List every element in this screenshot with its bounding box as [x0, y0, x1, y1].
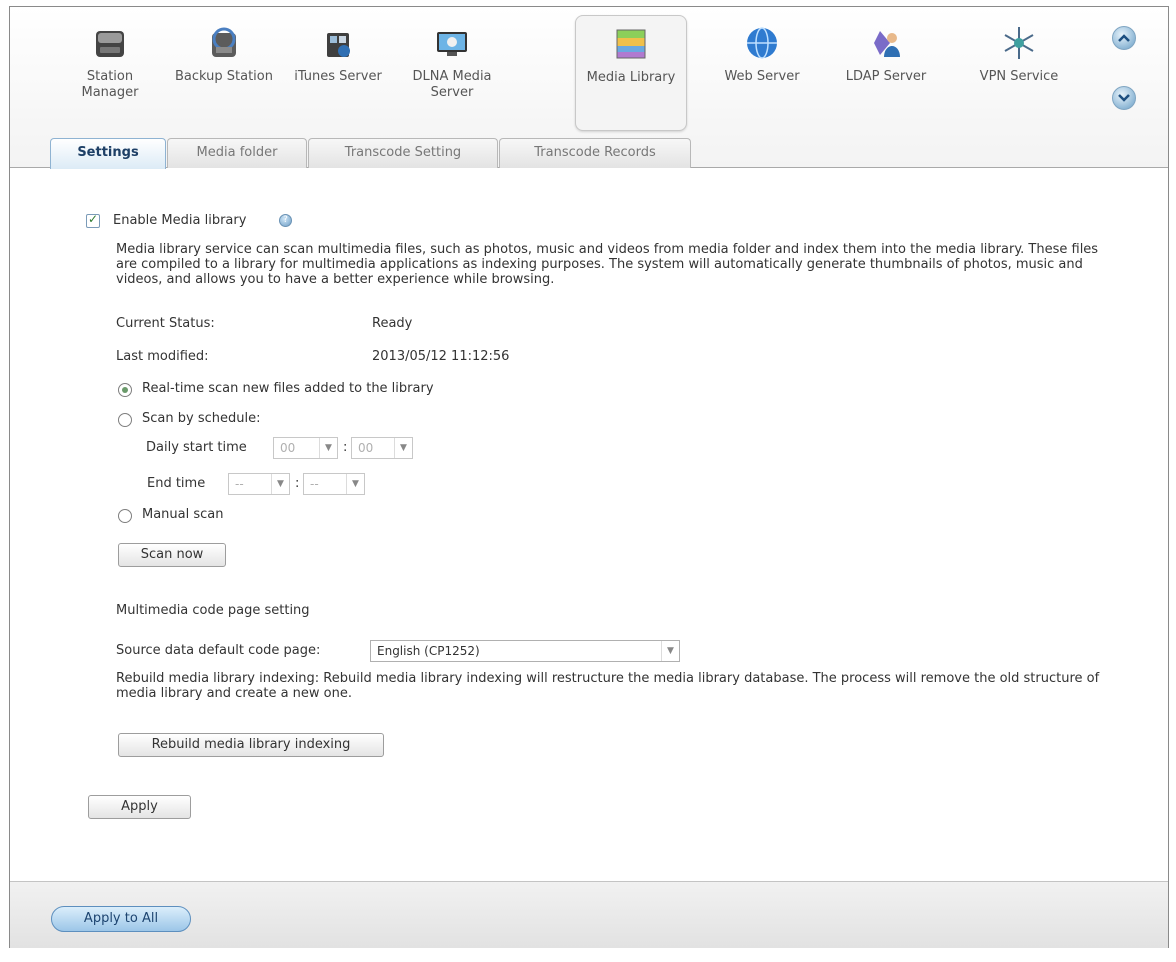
codepage-value: English (CP1252): [377, 644, 480, 658]
scroll-up-button[interactable]: [1112, 26, 1136, 50]
current-status-label: Current Status:: [116, 316, 215, 331]
web-server-icon: [742, 23, 782, 63]
end-hour-select[interactable]: -- ▼: [228, 473, 290, 495]
schedule-scan-radio[interactable]: [118, 413, 132, 427]
app-label: Web Server: [724, 69, 800, 84]
media-library-description: Media library service can scan multimedi…: [116, 242, 1099, 287]
ldap-server-icon: [866, 23, 906, 63]
end-time-label: End time: [147, 476, 206, 491]
apply-to-all-button[interactable]: Apply to All: [51, 906, 191, 932]
top-toolbar: Station Manager Backup Station iTunes Se…: [10, 7, 1168, 169]
station-manager-icon: [90, 23, 130, 63]
backup-station-icon: [204, 23, 244, 63]
app-label: LDAP Server: [845, 69, 927, 84]
enable-media-library-checkbox[interactable]: [86, 212, 100, 228]
tab-transcode-setting[interactable]: Transcode Setting: [308, 138, 498, 168]
end-hour-value: --: [235, 477, 244, 491]
app-media-library[interactable]: Media Library: [575, 15, 687, 131]
rebuild-indexing-button[interactable]: Rebuild media library indexing: [118, 733, 384, 757]
time-separator: :: [295, 476, 300, 491]
dropdown-arrow-icon: ▼: [661, 641, 679, 661]
app-vpn-service[interactable]: VPN Service: [963, 15, 1075, 131]
scan-now-button[interactable]: Scan now: [118, 543, 226, 567]
app-label: VPN Service: [979, 69, 1059, 84]
dropdown-arrow-icon: ▼: [271, 474, 289, 494]
scroll-down-button[interactable]: [1112, 86, 1136, 110]
tab-media-folder[interactable]: Media folder: [167, 138, 307, 168]
last-modified-value: 2013/05/12 11:12:56: [372, 349, 510, 364]
realtime-scan-radio[interactable]: [118, 383, 132, 397]
enable-media-library-label: Enable Media library: [113, 213, 247, 228]
dropdown-arrow-icon: ▼: [346, 474, 364, 494]
manual-scan-label: Manual scan: [142, 507, 224, 522]
tab-transcode-records[interactable]: Transcode Records: [499, 138, 691, 168]
app-label: iTunes Server: [294, 69, 382, 84]
codepage-select[interactable]: English (CP1252) ▼: [370, 640, 680, 662]
rebuild-description: Rebuild media library indexing: Rebuild …: [116, 671, 1100, 701]
end-minute-select[interactable]: -- ▼: [303, 473, 365, 495]
chevron-down-icon: [1118, 94, 1130, 102]
codepage-label: Source data default code page:: [116, 643, 321, 658]
vpn-service-icon: [999, 23, 1039, 63]
app-dlna-media-server[interactable]: DLNA Media Server: [396, 15, 508, 131]
app-itunes-server[interactable]: iTunes Server: [282, 15, 394, 131]
schedule-scan-label: Scan by schedule:: [142, 411, 261, 426]
app-label: Media Library: [586, 70, 676, 85]
last-modified-label: Last modified:: [116, 349, 209, 364]
dropdown-arrow-icon: ▼: [319, 438, 337, 458]
help-icon[interactable]: ?: [279, 214, 292, 227]
manual-scan-radio[interactable]: [118, 509, 132, 523]
apply-button[interactable]: Apply: [88, 795, 191, 819]
media-library-icon: [611, 24, 651, 64]
daily-start-time-label: Daily start time: [146, 440, 247, 455]
start-hour-value: 00: [280, 441, 296, 455]
app-backup-station[interactable]: Backup Station: [168, 15, 280, 131]
app-station-manager[interactable]: Station Manager: [54, 15, 166, 131]
tab-settings[interactable]: Settings: [50, 138, 166, 169]
settings-panel: Enable Media library ? Media library ser…: [10, 169, 1168, 881]
chevron-up-icon: [1118, 34, 1130, 42]
start-hour-select[interactable]: 00 ▼: [273, 437, 338, 459]
realtime-scan-label: Real-time scan new files added to the li…: [142, 381, 434, 396]
start-minute-select[interactable]: 00 ▼: [351, 437, 413, 459]
app-window: Station Manager Backup Station iTunes Se…: [9, 6, 1169, 948]
footer-bar: Apply to All: [10, 881, 1168, 948]
app-ldap-server[interactable]: LDAP Server: [830, 15, 942, 131]
app-label: Station Manager: [81, 69, 139, 100]
end-minute-value: --: [310, 477, 319, 491]
itunes-server-icon: [318, 23, 358, 63]
time-separator: :: [343, 440, 348, 455]
app-label: DLNA Media Server: [412, 69, 492, 100]
dlna-media-server-icon: [432, 23, 472, 63]
current-status-value: Ready: [372, 316, 413, 331]
app-web-server[interactable]: Web Server: [706, 15, 818, 131]
start-minute-value: 00: [358, 441, 374, 455]
dropdown-arrow-icon: ▼: [394, 438, 412, 458]
codepage-heading: Multimedia code page setting: [116, 603, 310, 618]
app-label: Backup Station: [174, 69, 273, 84]
